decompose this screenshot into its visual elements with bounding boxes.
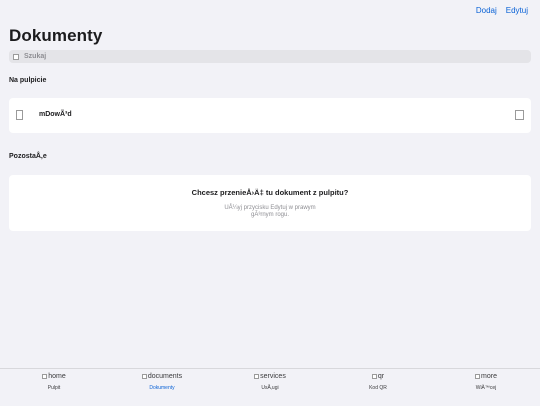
page-title: Dokumenty <box>9 26 103 45</box>
search-icon <box>13 53 19 60</box>
documents-icon-image <box>141 374 147 379</box>
qr-icon: qr <box>371 372 385 381</box>
tab-documents-label: Dokumenty <box>149 385 175 391</box>
tab-more[interactable]: more WiÄ™cej <box>432 369 540 406</box>
tab-qr-label: Kod QR <box>369 385 387 391</box>
section-others-label: PozostaÅ‚e <box>9 153 47 160</box>
documents-icon-alt: documents <box>147 373 183 380</box>
chevron-right-icon[interactable] <box>515 110 524 120</box>
info-card-body-line1: UÅ¼yj przycisku Edytuj w prawym <box>224 205 316 211</box>
info-card-heading: Chcesz przenieÅ›Ä‡ tu dokument z pulpitu… <box>191 188 349 197</box>
tab-services-label: UsÅ‚ugi <box>261 385 279 391</box>
tab-documents[interactable]: documents Dokumenty <box>108 369 216 406</box>
tab-qr[interactable]: qr Kod QR <box>324 369 432 406</box>
add-button[interactable]: Dodaj <box>476 6 497 15</box>
more-icon-alt: more <box>481 373 497 380</box>
document-icon <box>16 110 23 120</box>
tab-bar: home Pulpit documents Dokumenty services… <box>0 368 540 406</box>
edit-button[interactable]: Edytuj <box>506 6 528 15</box>
tab-more-label: WiÄ™cej <box>475 385 497 391</box>
home-icon: home <box>42 372 66 381</box>
more-icon-image <box>475 374 481 379</box>
home-icon-alt: home <box>48 373 66 380</box>
tab-services[interactable]: services UsÅ‚ugi <box>216 369 324 406</box>
qr-icon-alt: qr <box>377 373 385 380</box>
services-icon: services <box>254 372 286 381</box>
tab-home[interactable]: home Pulpit <box>0 369 108 406</box>
more-icon: more <box>475 372 497 381</box>
tab-home-label: Pulpit <box>47 385 61 391</box>
document-name: mDowÃ³d <box>39 111 72 118</box>
section-desktop-label: Na pulpicie <box>9 77 47 84</box>
services-icon-image <box>254 374 260 379</box>
info-card-body-line2: gÃ³rnym rogu. <box>250 211 289 218</box>
search-placeholder: Szukaj <box>24 53 47 60</box>
info-card: Chcesz przenieÅ›Ä‡ tu dokument z pulpitu… <box>9 175 531 231</box>
qr-icon-image <box>371 374 377 379</box>
top-actions: Dodaj Edytuj <box>476 6 528 15</box>
documents-icon: documents <box>141 372 183 381</box>
services-icon-alt: services <box>260 373 286 380</box>
document-row-mdowod[interactable]: mDowÃ³d <box>9 98 531 133</box>
home-icon-image <box>42 374 48 379</box>
info-card-body: UÅ¼yj przycisku Edytuj w prawym gÃ³rnym … <box>9 205 531 219</box>
search-input[interactable]: Szukaj <box>9 50 531 63</box>
